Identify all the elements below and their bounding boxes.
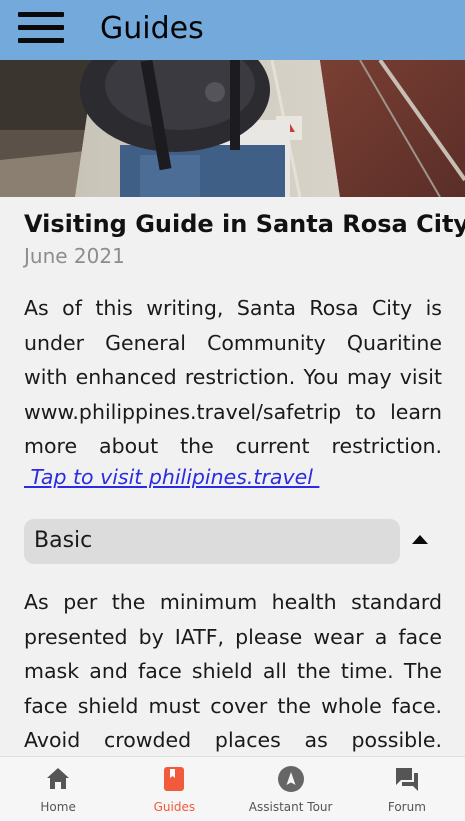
app-bar: Guides — [0, 0, 465, 60]
guide-date: June 2021 — [24, 244, 125, 268]
guide-content[interactable]: Visiting Guide in Santa Rosa City June 2… — [0, 197, 465, 756]
compass-icon — [277, 766, 304, 792]
nav-label-assistant-tour: Assistant Tour — [248, 800, 333, 814]
nav-item-home[interactable]: Home — [0, 757, 116, 821]
nav-label-home: Home — [40, 800, 76, 814]
caret-up-icon[interactable] — [412, 535, 428, 544]
basic-section-header[interactable]: Basic — [24, 519, 400, 564]
hero-image — [0, 60, 465, 197]
visit-philippines-travel-link[interactable]: Tap to visit philipines.travel — [24, 465, 319, 489]
nav-label-forum: Forum — [387, 800, 426, 814]
section-label: Basic — [34, 528, 93, 553]
nav-label-guides: Guides — [153, 800, 196, 814]
guide-title: Visiting Guide in Santa Rosa City — [24, 210, 465, 238]
basic-section-body: As per the minimum health standard prese… — [24, 590, 442, 752]
book-icon — [164, 767, 185, 791]
home-icon — [47, 768, 70, 789]
nav-item-guides[interactable]: Guides — [116, 757, 232, 821]
forum-icon — [395, 768, 418, 791]
page-title: Guides — [100, 11, 204, 46]
guide-intro-text: As of this writing, Santa Rosa City is u… — [24, 296, 442, 458]
nav-item-forum[interactable]: Forum — [349, 757, 465, 821]
bottom-navigation: Home Guides Assistant Tour Forum — [0, 756, 465, 821]
hamburger-menu-icon[interactable] — [18, 12, 64, 44]
nav-item-assistant-tour[interactable]: Assistant Tour — [233, 757, 349, 821]
